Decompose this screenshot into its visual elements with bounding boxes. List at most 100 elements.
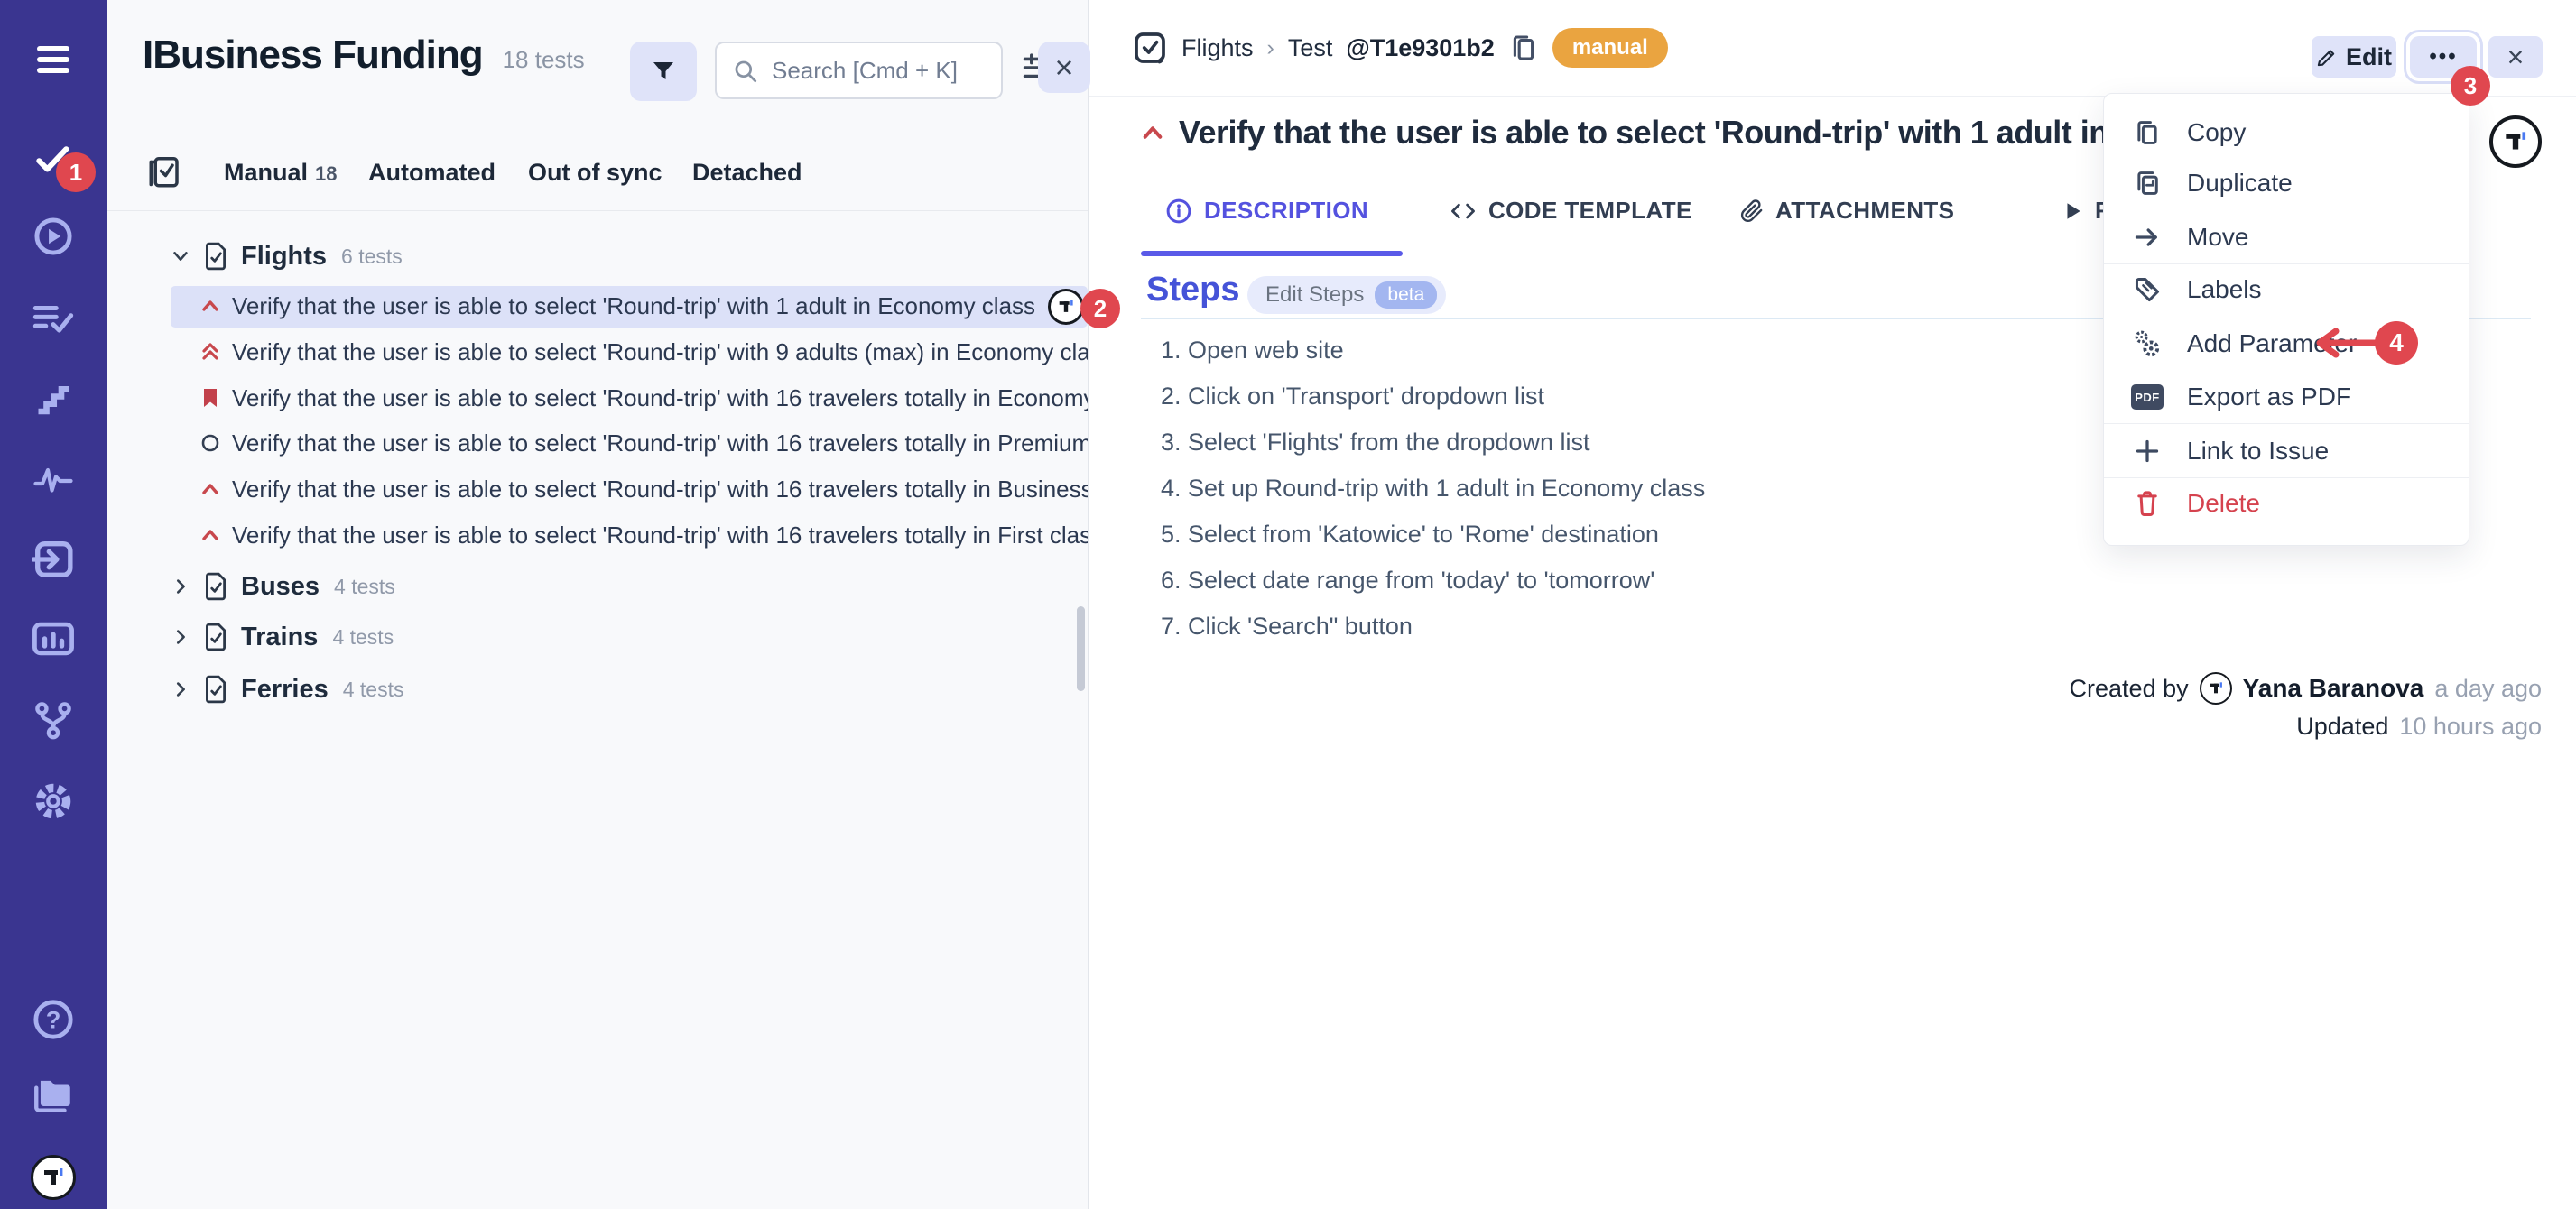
test-row-2[interactable]: Verify that the user is able to select '… [199,332,1088,372]
tree-scrollbar[interactable] [1077,606,1085,691]
folder-name: Trains [241,623,318,652]
tab-automated-label: Automated [368,159,496,187]
chevron-right-icon [171,627,190,647]
folder-row-ferries[interactable]: Ferries 4 tests [171,669,404,709]
analytics-pulse-icon[interactable] [0,457,107,500]
tab-detached-label: Detached [692,159,802,187]
author-name: Yana Baranova [2243,674,2424,703]
code-icon [1450,199,1477,223]
folder-count: 4 tests [343,678,404,702]
tabs-divider [107,210,1088,211]
test-title: Verify that the user is able to select '… [232,521,1088,549]
priority-normal-icon [199,432,221,454]
menu-item-label: Copy [2187,118,2246,147]
pencil-icon [2316,47,2337,68]
user-avatar[interactable] [2489,115,2542,168]
breadcrumb-folder[interactable]: Flights [1181,34,1254,62]
priority-high-icon [199,295,221,317]
hamburger-menu-icon[interactable] [0,39,107,82]
search-icon [733,59,757,83]
help-icon[interactable]: ? [0,998,107,1041]
annotation-badge-2: 2 [1080,289,1120,328]
breadcrumb: Flights › Test @T1e9301b2 manual [1132,0,1668,96]
close-icon: × [1054,51,1073,84]
context-menu: Copy Duplicate Move Labels Add Parameter… [2103,93,2469,546]
menu-item-label: Labels [2187,275,2262,304]
menu-item-label: Link to Issue [2187,437,2329,466]
tab-out-of-sync[interactable]: Out of sync [528,159,663,187]
trash-icon [2131,490,2164,517]
test-id: @T1e9301b2 [1346,34,1494,62]
test-row-3[interactable]: Verify that the user is able to select '… [199,378,1088,418]
steps-stairs-icon[interactable] [0,376,107,420]
menu-item-copy[interactable]: Copy [2104,109,2469,156]
menu-item-duplicate[interactable]: Duplicate [2104,160,2469,207]
menu-item-export-pdf[interactable]: PDF Export as PDF [2104,374,2469,420]
paperclip-icon [1740,198,1764,225]
menu-item-link-to-issue[interactable]: Link to Issue [2104,428,2469,475]
test-row-1[interactable]: Verify that the user is able to select '… [199,286,1039,326]
import-box-arrow-icon[interactable] [0,538,107,581]
tab-code-template-label: CODE TEMPLATE [1488,197,1692,225]
menu-item-labels[interactable]: Labels [2104,266,2469,313]
test-title: Verify that the user is able to select '… [232,384,1088,412]
play-icon [2063,200,2083,222]
panel-close-button[interactable]: × [1038,42,1090,93]
tab-attachments[interactable]: ATTACHMENTS [1740,197,1954,225]
duplicate-icon [2131,169,2164,198]
folder-row-buses[interactable]: Buses 4 tests [171,567,395,606]
priority-highest-icon [199,341,221,363]
tab-description[interactable]: DESCRIPTION [1165,197,1368,225]
menu-item-label: Duplicate [2187,169,2293,198]
library-folder-icon[interactable] [0,1075,107,1118]
test-row-6[interactable]: Verify that the user is able to select '… [199,515,1088,555]
tab-manual[interactable]: Manual 18 [224,159,338,187]
suite-doc-icon [202,572,229,601]
settings-gear-icon[interactable] [0,780,107,823]
test-title: Verify that the user is able to select '… [232,475,1088,503]
menu-item-move[interactable]: Move [2104,214,2469,261]
info-icon [1165,198,1192,225]
menu-item-delete[interactable]: Delete [2104,480,2469,527]
workspace-logo[interactable] [0,1156,107,1199]
annotation-badge-1: 1 [56,152,96,192]
edit-button-label: Edit [2346,43,2392,71]
edit-button[interactable]: Edit [2312,36,2396,78]
tab-automated[interactable]: Automated [368,159,496,187]
tab-manual-label: Manual [224,159,308,187]
project-title: IBusiness Funding [143,32,483,78]
menu-item-label: Delete [2187,489,2260,518]
detail-close-button[interactable]: × [2488,36,2543,78]
priority-high-icon [199,478,221,500]
edit-steps-button[interactable]: Edit Steps beta [1247,276,1446,314]
test-row-4[interactable]: Verify that the user is able to select '… [199,423,1088,463]
step-item-4: 4. Set up Round-trip with 1 adult in Eco… [1161,470,1705,506]
tab-code-template[interactable]: CODE TEMPLATE [1450,197,1692,225]
folder-row-trains[interactable]: Trains 4 tests [171,617,394,657]
chevron-down-icon [171,246,190,266]
pdf-icon: PDF [2131,384,2164,410]
created-by-label: Created by [2070,675,2189,703]
search-box [715,42,1003,99]
step-item-5: 5. Select from 'Katowice' to 'Rome' dest… [1161,516,1659,552]
runs-play-icon[interactable] [0,215,107,258]
parameters-gears-icon [2131,329,2164,358]
test-plans-icon[interactable] [0,297,107,340]
updated-label: Updated [2296,713,2388,741]
copy-id-icon[interactable] [1508,32,1539,64]
branch-icon[interactable] [0,698,107,742]
priority-high-icon [1141,124,1164,142]
priority-high-icon [199,524,221,546]
tab-detached[interactable]: Detached [692,159,802,187]
test-row-5[interactable]: Verify that the user is able to select '… [199,469,1088,509]
folder-row-flights[interactable]: Flights 6 tests [171,236,403,276]
tests-panel: IBusiness Funding 18 tests Manual 18 Aut… [107,0,1089,1209]
dashboard-chart-icon[interactable] [0,617,107,660]
filter-button[interactable] [630,42,697,101]
suite-doc-icon [202,675,229,704]
plus-icon [2131,438,2164,464]
annotation-badge-3: 3 [2451,66,2490,106]
search-input[interactable] [770,56,985,86]
tab-attachments-label: ATTACHMENTS [1775,197,1954,225]
annotation-arrow [2307,325,2383,361]
